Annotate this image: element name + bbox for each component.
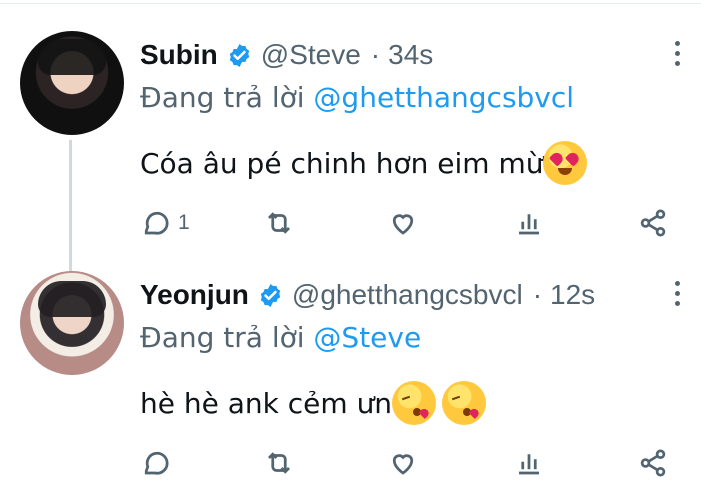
reply-button[interactable]: 1: [140, 203, 190, 243]
retweet-button[interactable]: [264, 443, 294, 483]
handle[interactable]: @Steve: [261, 39, 361, 71]
like-heart-icon: [392, 454, 414, 475]
retweet-icon: [268, 212, 290, 234]
tweet-text: Cóa âu pé chinh hơn eim mừ: [140, 146, 544, 180]
tweet-2[interactable]: Yeonjun @ghetthangcsbvcl · 12s Đang trả …: [0, 265, 701, 481]
retweet-icon: [268, 452, 290, 474]
analytics-icon: [519, 454, 539, 475]
tweet-body: Cóa âu pé chinh hơn eim mừ: [140, 141, 588, 185]
tweet-actions: 1: [140, 203, 680, 243]
reply-icon: [144, 451, 169, 475]
reply-mention[interactable]: @Steve: [313, 321, 421, 354]
like-heart-icon: [392, 214, 414, 235]
analytics-button[interactable]: [514, 203, 544, 243]
display-name[interactable]: Yeonjun: [140, 279, 249, 311]
avatar-subin[interactable]: [20, 31, 124, 135]
verified-badge-icon: [229, 43, 249, 67]
reply-mention[interactable]: @ghetthangcsbvcl: [313, 81, 574, 114]
share-button[interactable]: [638, 203, 668, 243]
reply-context: Đang trả lời @Steve: [140, 321, 421, 361]
kissing-heart-emoji: [392, 381, 437, 425]
reply-count: 1: [178, 211, 190, 234]
reply-prefix: Đang trả lời: [140, 81, 305, 114]
tweet-body: hè hè ank cẻm ưn: [140, 381, 487, 425]
more-options-icon[interactable]: [673, 39, 681, 69]
verified-badge-icon: [260, 283, 281, 307]
like-button[interactable]: [388, 443, 418, 483]
separator-dot: ·: [532, 279, 543, 310]
tweet-1[interactable]: Subin @Steve · 34s Đang trả lời @ghettha…: [0, 25, 701, 255]
analytics-button[interactable]: [514, 443, 544, 483]
tweet-text: hè hè ank cẻm ưn: [140, 386, 393, 420]
timestamp[interactable]: 34s: [388, 39, 433, 71]
tweet-header: Yeonjun @ghetthangcsbvcl · 12s: [140, 277, 595, 313]
analytics-icon: [519, 214, 539, 235]
display-name[interactable]: Subin: [140, 39, 218, 71]
timestamp[interactable]: 12s: [550, 279, 595, 311]
reply-icon: [144, 211, 169, 235]
share-button[interactable]: [638, 443, 668, 483]
avatar-yeonjun[interactable]: [20, 271, 124, 375]
like-button[interactable]: [388, 203, 418, 243]
avatar-hair: [38, 281, 106, 317]
heart-eyes-emoji: [543, 141, 588, 185]
retweet-button[interactable]: [264, 203, 294, 243]
reply-button[interactable]: [140, 443, 178, 483]
reply-context: Đang trả lời @ghetthangcsbvcl: [140, 81, 574, 121]
reply-prefix: Đang trả lời: [140, 321, 305, 354]
separator-dot: ·: [370, 39, 381, 70]
kissing-heart-emoji: [442, 381, 487, 425]
tweet-actions: [140, 443, 680, 483]
avatar-hair: [38, 39, 106, 75]
share-icon: [640, 209, 666, 237]
share-icon: [640, 449, 666, 477]
more-options-icon[interactable]: [673, 279, 681, 309]
tweet-header: Subin @Steve · 34s: [140, 37, 433, 73]
handle[interactable]: @ghetthangcsbvcl: [292, 279, 523, 311]
top-divider: [0, 3, 701, 4]
